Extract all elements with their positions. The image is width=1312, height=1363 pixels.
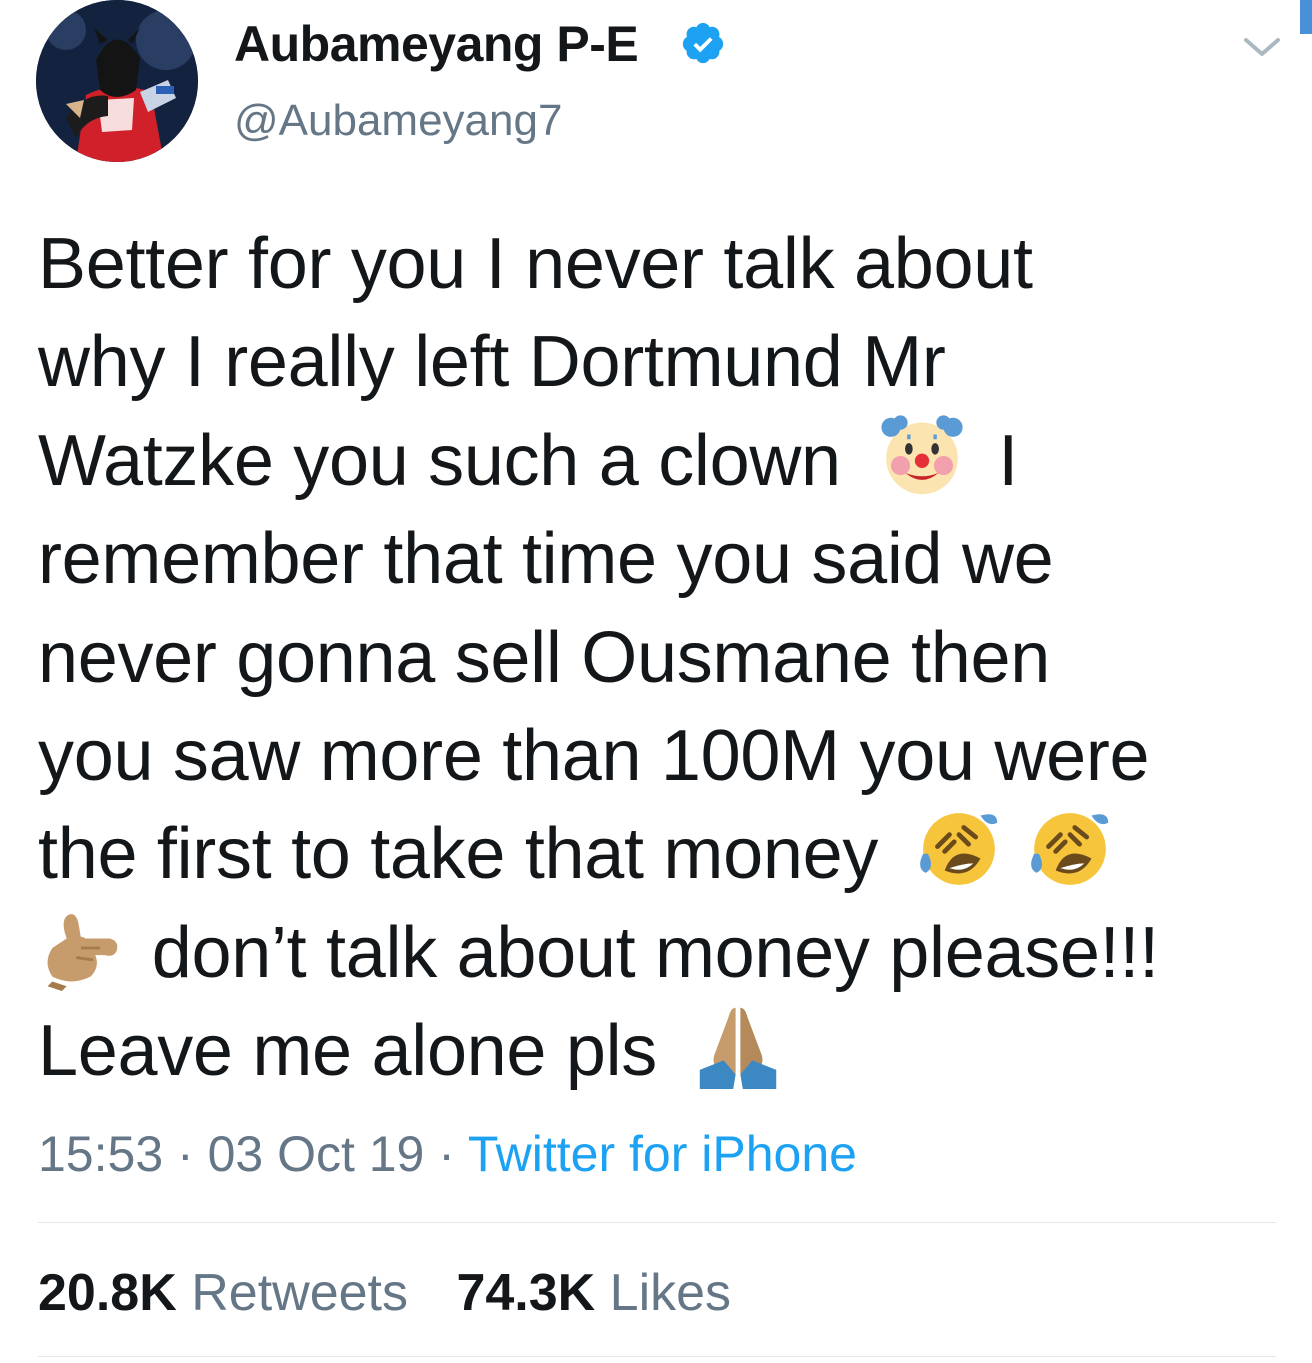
tweet-line: remember that time you said we xyxy=(38,519,1054,600)
tweet-line: Better for you I never talk about xyxy=(38,224,1033,304)
avatar[interactable] xyxy=(36,0,198,162)
clown-face-icon xyxy=(880,415,963,495)
tweet-line-with-emoji: Watzke you such a clown I xyxy=(38,412,1298,510)
rolling-laughing-icon xyxy=(1031,813,1109,886)
tweet-source-link[interactable]: Twitter for iPhone xyxy=(468,1126,857,1182)
scrollbar[interactable] xyxy=(1300,0,1312,34)
tweet-line-with-emoji: Leave me alone pls xyxy=(38,1002,1298,1100)
call-me-hand-icon xyxy=(47,913,118,991)
tweet-line: you saw more than 100M you were xyxy=(38,715,1150,796)
tweet-text: Better for you I never talk about why I … xyxy=(38,215,1298,1101)
display-name[interactable]: Aubameyang P-E xyxy=(234,14,639,74)
divider xyxy=(38,1356,1276,1357)
chevron-down-icon[interactable] xyxy=(1240,26,1284,70)
tweet-line-with-emoji: the first to take that money xyxy=(38,805,1298,903)
handle[interactable]: @Aubameyang7 xyxy=(234,94,562,148)
tweet-line: I xyxy=(998,420,1018,501)
retweets-label: Retweets xyxy=(191,1264,408,1322)
divider xyxy=(38,1222,1276,1223)
retweets-stat[interactable]: 20.8K Retweets xyxy=(38,1264,408,1322)
tweet-line: never gonna sell Ousmane then xyxy=(38,617,1050,698)
separator: · xyxy=(424,1126,468,1182)
tweet-line: Watzke you such a clown xyxy=(38,420,841,501)
rolling-laughing-icon xyxy=(919,813,997,886)
tweet-line: don’t talk about money please!!! xyxy=(151,912,1159,993)
tweet-meta: 15:53 · 03 Oct 19 · Twitter for iPhone xyxy=(38,1124,857,1184)
tweet-date[interactable]: 03 Oct 19 xyxy=(208,1126,425,1182)
likes-stat[interactable]: 74.3K Likes xyxy=(456,1264,731,1322)
retweets-count: 20.8K xyxy=(38,1264,177,1322)
likes-count: 74.3K xyxy=(456,1264,596,1322)
tweet-line: why I really left Dortmund Mr xyxy=(38,322,946,403)
separator: · xyxy=(163,1126,208,1182)
tweet-line: the first to take that money xyxy=(38,814,879,895)
tweet-line-with-emoji: don’t talk about money please!!! xyxy=(38,904,1298,1002)
engagement-stats: 20.8K Retweets 74.3K Likes xyxy=(38,1262,731,1324)
tweet-line: Leave me alone pls xyxy=(38,1011,658,1092)
tweet-time[interactable]: 15:53 xyxy=(38,1126,163,1182)
folded-hands-icon xyxy=(699,1007,776,1090)
avatar-image xyxy=(36,0,198,162)
verified-badge-icon xyxy=(682,22,724,64)
likes-label: Likes xyxy=(609,1264,732,1322)
